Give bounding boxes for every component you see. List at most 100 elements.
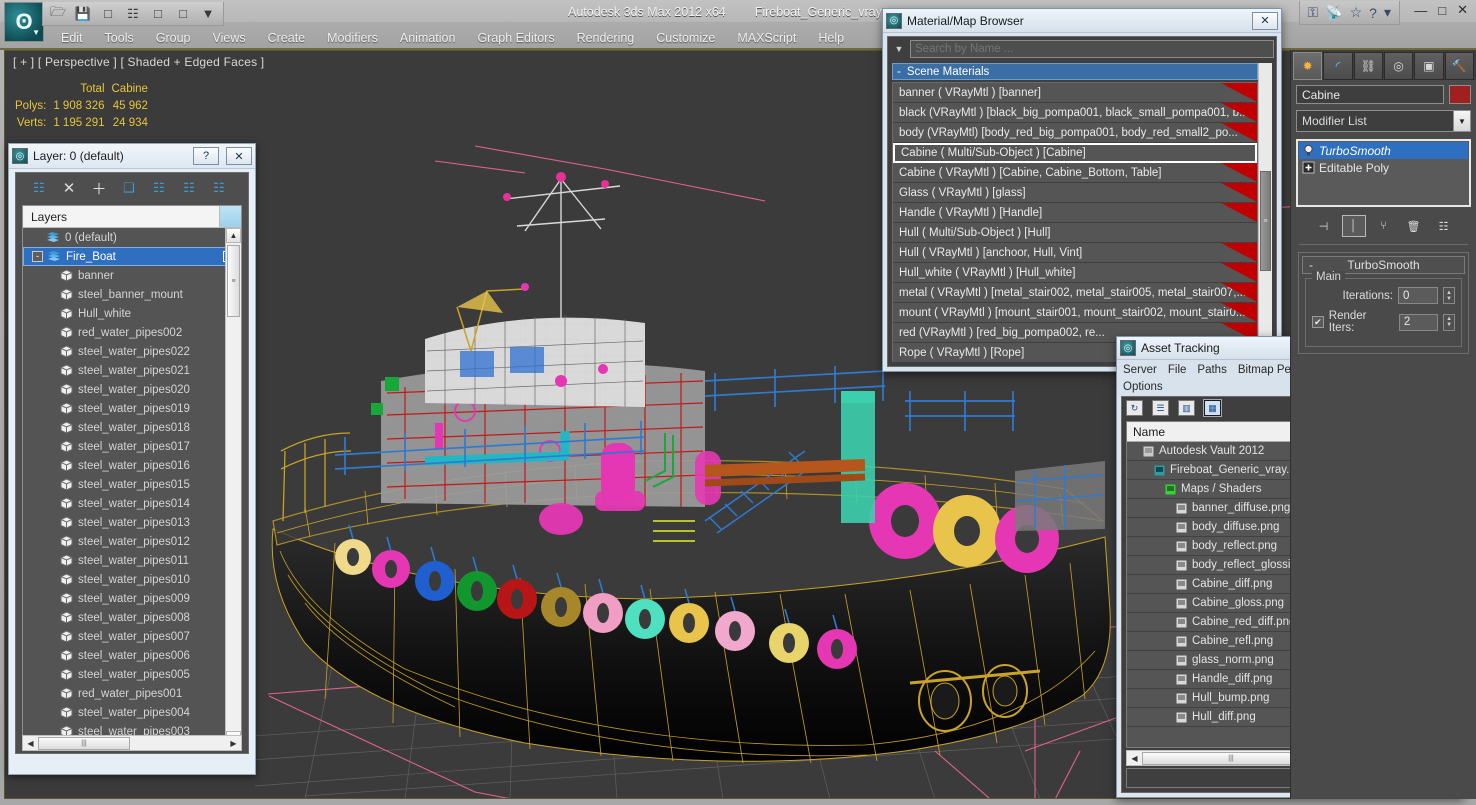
layer-object-row[interactable]: steel_water_pipes021 — [23, 361, 241, 380]
scrollbar-thumb[interactable]: ≡ — [1260, 171, 1271, 271]
highlight-selected-objects-icon[interactable]: ☷ — [180, 179, 198, 197]
configure-modifier-sets-icon[interactable]: ☷ — [1431, 215, 1456, 237]
group-collapse-icon[interactable]: - — [897, 66, 901, 78]
menu-modifiers[interactable]: Modifiers — [316, 29, 389, 47]
layer-close-button[interactable]: ✕ — [226, 147, 252, 165]
detail-view-icon[interactable]: ▥ — [1178, 400, 1195, 416]
modifier-stack[interactable]: TurboSmooth Editable Poly — [1296, 139, 1471, 207]
menu-maxscript[interactable]: MAXScript — [726, 29, 807, 47]
modifier-row[interactable]: Editable Poly — [1299, 159, 1468, 176]
material-row[interactable]: mount ( VRayMtl ) [mount_stair001, mount… — [893, 303, 1257, 323]
layer-object-row[interactable]: steel_banner_mount — [23, 285, 241, 304]
create-new-layer-icon[interactable]: ☷ — [30, 179, 48, 197]
material-row[interactable]: metal ( VRayMtl ) [metal_stair002, metal… — [893, 283, 1257, 303]
asset-menu-paths[interactable]: Paths — [1197, 364, 1226, 376]
layer-object-row[interactable]: steel_water_pipes007 — [23, 627, 241, 646]
scroll-up-arrow-icon[interactable]: ▲ — [226, 228, 241, 243]
layer-object-row[interactable]: red_water_pipes001 — [23, 684, 241, 703]
satellite-dish-icon[interactable]: 📡 — [1325, 4, 1342, 21]
motion-tab[interactable]: ◎ — [1383, 52, 1414, 80]
menu-animation[interactable]: Animation — [389, 29, 467, 47]
asset-menu-file[interactable]: File — [1168, 364, 1187, 376]
layer-list-horizontal-scrollbar[interactable]: ◀ ||| ▶ — [22, 735, 242, 751]
add-selection-icon[interactable]: ＋ — [90, 179, 108, 198]
modifier-row-selected[interactable]: TurboSmooth — [1299, 142, 1468, 159]
layer-list-vertical-scrollbar[interactable]: ▲ ≡ ▼ — [225, 228, 241, 746]
layer-dialog[interactable]: ◎ Layer: 0 (default) ? ✕ ☷ ✕ ＋ ❑ ☷ ☷ ☷ Layers … — [8, 143, 256, 775]
layer-list[interactable]: 0 (default)✓ - Fire_Boatbanner steel_banner… — [23, 228, 241, 746]
layer-dialog-titlebar[interactable]: ◎ Layer: 0 (default) ? ✕ — [9, 144, 255, 169]
layer-object-row[interactable]: steel_water_pipes020 — [23, 380, 241, 399]
render-iters-checkbox[interactable]: ✔ — [1312, 316, 1324, 328]
asset-menu-options[interactable]: Options — [1123, 381, 1163, 393]
refresh-icon[interactable]: ↻ — [1126, 400, 1143, 416]
layer-object-row[interactable]: steel_water_pipes015 — [23, 475, 241, 494]
menu-group[interactable]: Group — [145, 29, 202, 47]
layer-object-row[interactable]: steel_water_pipes022 — [23, 342, 241, 361]
search-options-icon[interactable]: ▼ — [890, 44, 908, 54]
material-row[interactable]: Hull ( Multi/Sub-Object ) [Hull] — [893, 223, 1257, 243]
layer-object-row[interactable]: Hull_white — [23, 304, 241, 323]
material-row[interactable]: banner ( VRayMtl ) [banner] — [893, 83, 1257, 103]
hscroll-left-arrow-icon[interactable]: ◀ — [1127, 754, 1142, 763]
layer-object-row[interactable]: steel_water_pipes011 — [23, 551, 241, 570]
show-end-result-icon[interactable]: │ — [1341, 215, 1366, 237]
layer-row[interactable]: 0 (default)✓ — [23, 228, 241, 247]
lightbulb-icon[interactable] — [1302, 144, 1315, 157]
menu-customize[interactable]: Customize — [645, 29, 726, 47]
layer-object-row[interactable]: steel_water_pipes006 — [23, 646, 241, 665]
remove-modifier-icon[interactable]: 🗑 — [1401, 215, 1426, 237]
expander-icon[interactable]: - — [32, 251, 43, 262]
help-icon[interactable]: ? — [1369, 5, 1377, 21]
make-unique-icon[interactable]: ⑂ — [1371, 215, 1396, 237]
maximize-button[interactable]: □ — [1438, 3, 1446, 18]
asset-menu-server[interactable]: Server — [1123, 364, 1157, 376]
hscrollbar-thumb[interactable]: ||| — [38, 736, 130, 750]
chevron-down-icon[interactable]: ▼ — [1453, 111, 1470, 131]
help-dropdown-icon[interactable]: ▾ — [1384, 4, 1391, 21]
material-row[interactable]: body (VRayMtl) [body_red_big_pompa001, b… — [893, 123, 1257, 143]
render-iters-value[interactable]: 2 — [1398, 313, 1439, 331]
select-highlighted-objects-icon[interactable]: ☷ — [150, 179, 168, 197]
scrollbar-thumb[interactable]: ≡ — [227, 245, 240, 317]
hscroll-left-arrow-icon[interactable]: ◀ — [23, 736, 38, 750]
material-browser-titlebar[interactable]: ◎ Material/Map Browser ✕ — [883, 9, 1281, 33]
layer-object-row[interactable]: banner — [23, 266, 241, 285]
scene-materials-group-header[interactable]: - Scene Materials — [892, 63, 1258, 80]
layer-object-row[interactable]: steel_water_pipes008 — [23, 608, 241, 627]
layer-object-row[interactable]: steel_water_pipes014 — [23, 494, 241, 513]
layer-object-row[interactable]: steel_water_pipes012 — [23, 532, 241, 551]
material-row-selected[interactable]: Cabine ( Multi/Sub-Object ) [Cabine] — [893, 143, 1257, 163]
favorites-star-icon[interactable]: ☆ — [1350, 4, 1363, 21]
modifier-list-dropdown[interactable]: Modifier List ▼ — [1296, 110, 1471, 132]
material-row[interactable]: black (VRayMtl ) [black_big_pompa001, bl… — [893, 103, 1257, 123]
hscroll-right-arrow-icon[interactable]: ▶ — [226, 736, 241, 750]
modify-tab[interactable]: ◜ — [1323, 52, 1353, 80]
layer-object-row[interactable]: steel_water_pipes018 — [23, 418, 241, 437]
layer-object-row[interactable]: steel_water_pipes005 — [23, 665, 241, 684]
iterations-spinner[interactable]: ▲ ▼ — [1443, 287, 1455, 304]
iterations-value[interactable]: 0 — [1398, 287, 1438, 304]
menu-rendering[interactable]: Rendering — [566, 29, 646, 47]
minimize-button[interactable]: — — [1414, 3, 1427, 18]
material-row[interactable]: Cabine ( VRayMtl ) [Cabine, Cabine_Botto… — [893, 163, 1257, 183]
layer-object-row[interactable]: steel_water_pipes017 — [23, 437, 241, 456]
pin-stack-icon[interactable]: ⊣ — [1311, 215, 1336, 237]
workspace-key-icon[interactable]: ⚿ — [1308, 4, 1319, 21]
close-button[interactable]: ✕ — [1457, 2, 1468, 18]
layer-object-row[interactable]: steel_water_pipes013 — [23, 513, 241, 532]
material-row[interactable]: Handle ( VRayMtl ) [Handle] — [893, 203, 1257, 223]
menu-edit[interactable]: Edit — [50, 29, 94, 47]
object-color-swatch[interactable] — [1449, 85, 1471, 104]
menu-views[interactable]: Views — [201, 29, 256, 47]
list-view-icon[interactable]: ☰ — [1152, 400, 1169, 416]
rollout-collapse-icon[interactable]: - — [1309, 258, 1313, 272]
menu-create[interactable]: Create — [257, 29, 317, 47]
display-tab[interactable]: ▣ — [1414, 52, 1444, 80]
material-row[interactable]: Glass ( VRayMtl ) [glass] — [893, 183, 1257, 203]
layer-properties-icon[interactable]: ☷ — [210, 179, 228, 197]
menu-help[interactable]: Help — [807, 29, 855, 47]
menu-graph-editors[interactable]: Graph Editors — [466, 29, 565, 47]
delete-layer-icon[interactable]: ✕ — [60, 179, 78, 197]
material-list-vertical-scrollbar[interactable]: ≡ — [1258, 63, 1272, 362]
